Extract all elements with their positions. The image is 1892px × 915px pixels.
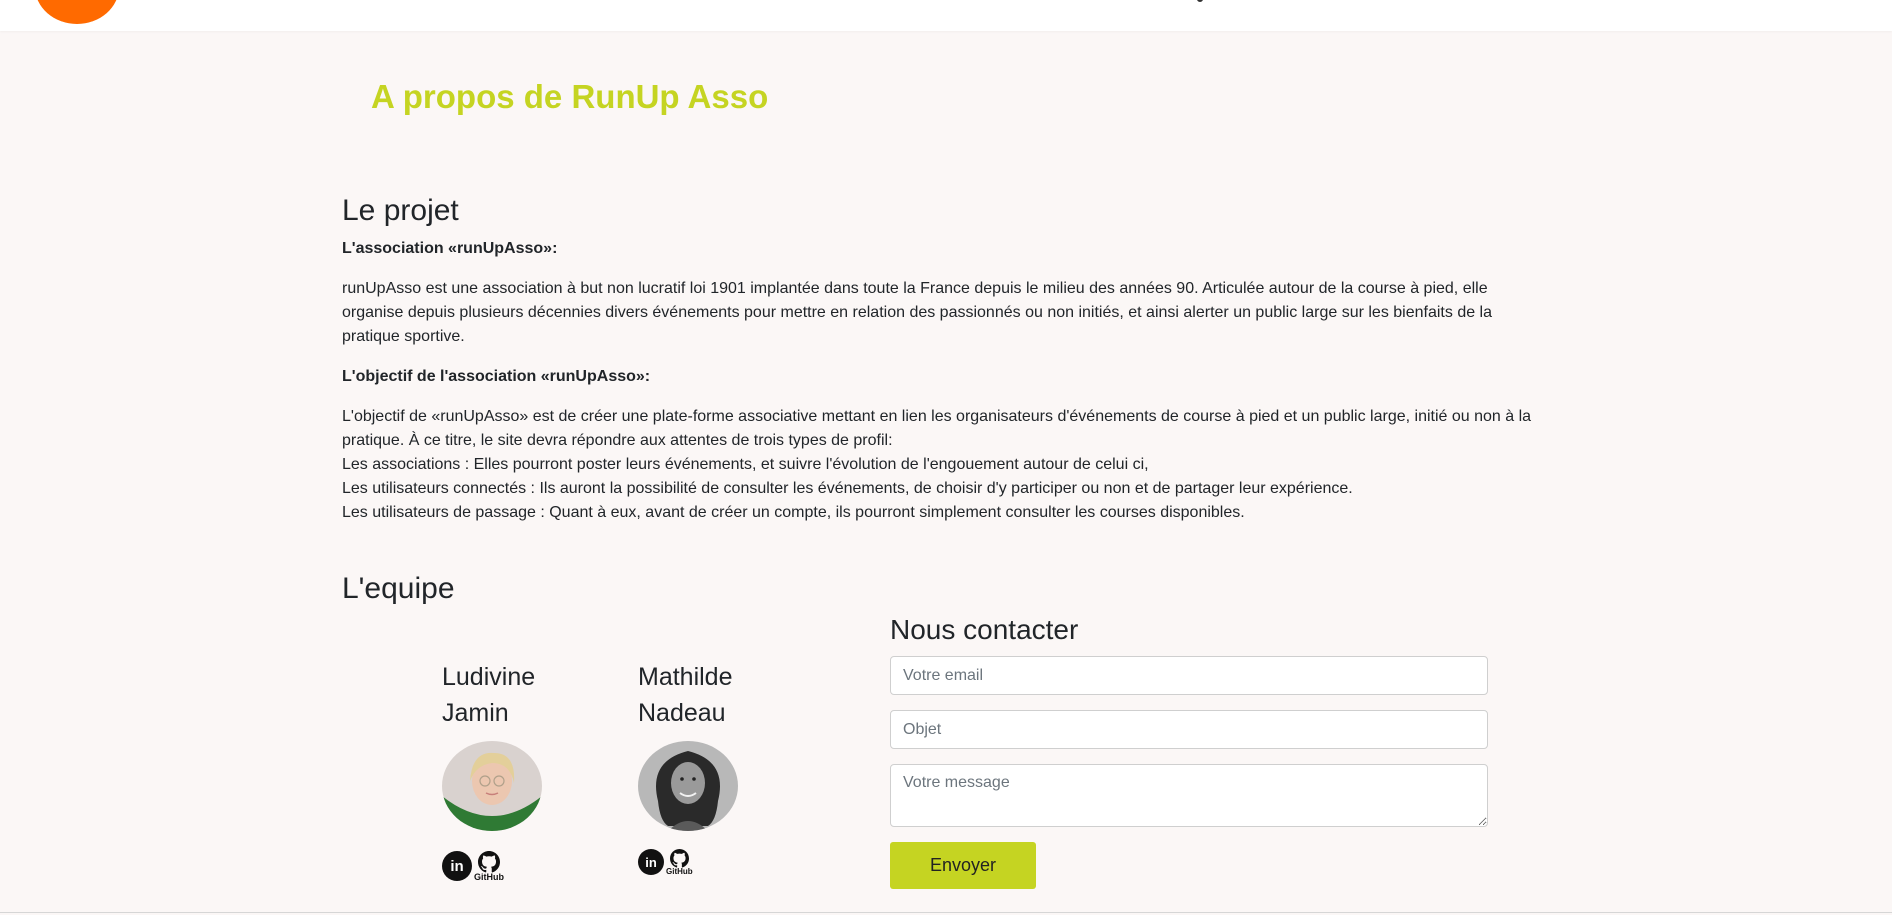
github-label: GitHub (666, 867, 693, 876)
github-label: GitHub (474, 872, 504, 882)
contact-title: Nous contacter (890, 614, 1079, 645)
page-title: A propos de RunUp Asso (371, 78, 769, 115)
social-links: in GitHub (638, 849, 738, 876)
association-description: runUpAsso est une association à but non … (342, 277, 1507, 349)
objectif-subtitle: L'objectif de l'association «runUpAsso»: (342, 368, 651, 385)
text-line: organise depuis plusieurs décennies dive… (342, 304, 1493, 321)
github-icon (669, 849, 689, 868)
text-line: Les utilisateurs connectés : Ils auront … (342, 480, 1353, 497)
text-line: pratique. À ce titre, le site devra répo… (342, 432, 893, 449)
member-first-name: Ludivine (442, 663, 536, 691)
text-line: Les utilisateurs de passage : Quant à eu… (342, 504, 1245, 521)
member-last-name: Nadeau (638, 699, 726, 727)
footer-divider (0, 912, 1892, 913)
github-icon (478, 851, 500, 873)
linkedin-icon[interactable]: in (442, 851, 472, 881)
text-line: L'objectif de «runUpAsso» est de créer u… (342, 408, 1532, 425)
text-line: Les associations : Elles pourront poster… (342, 456, 1149, 473)
equipe-heading: L'equipe (342, 572, 455, 605)
runup-logo[interactable] (35, 0, 119, 24)
github-link[interactable]: GitHub (666, 849, 693, 876)
github-link[interactable]: GitHub (474, 851, 504, 882)
member-first-name: Mathilde (638, 663, 733, 691)
text-line: runUpAsso est une association à but non … (342, 280, 1488, 297)
subject-field[interactable] (890, 710, 1488, 749)
email-field[interactable] (890, 656, 1488, 695)
message-field[interactable] (890, 764, 1488, 827)
send-button[interactable]: Envoyer (890, 842, 1036, 889)
linkedin-icon[interactable]: in (638, 849, 664, 875)
social-links: in GitHub (442, 851, 542, 882)
member-last-name: Jamin (442, 699, 509, 727)
avatar (638, 741, 738, 831)
nav-item-fragment[interactable] (1197, 0, 1203, 2)
top-navbar (0, 0, 1892, 31)
avatar (442, 741, 542, 831)
objectif-description: L'objectif de «runUpAsso» est de créer u… (342, 405, 1542, 525)
team-member-card: Mathilde Nadeau in GitHub (638, 659, 738, 876)
text-line: pratique sportive. (342, 328, 465, 345)
team-member-card: Ludivine Jamin in GitHub (442, 659, 542, 882)
association-subtitle: L'association «runUpAsso»: (342, 240, 558, 257)
projet-heading: Le projet (342, 194, 459, 227)
